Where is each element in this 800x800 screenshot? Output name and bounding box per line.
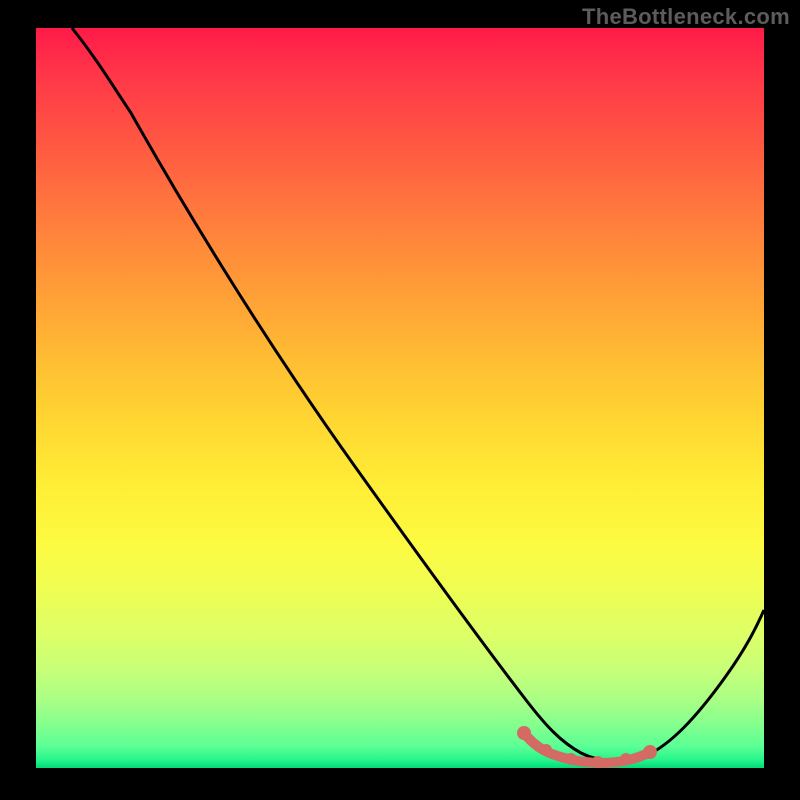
accent-dot-4 <box>592 756 604 768</box>
accent-dot-5 <box>620 753 632 765</box>
curve-svg <box>36 28 764 768</box>
plot-area <box>36 28 764 768</box>
chart-container: TheBottleneck.com <box>0 0 800 800</box>
accent-dot-2 <box>540 744 552 756</box>
bottleneck-curve <box>72 28 764 761</box>
watermark-label: TheBottleneck.com <box>582 4 790 30</box>
accent-dot-right <box>643 745 657 759</box>
accent-dot-3 <box>565 753 577 765</box>
accent-dot-left <box>517 726 531 740</box>
